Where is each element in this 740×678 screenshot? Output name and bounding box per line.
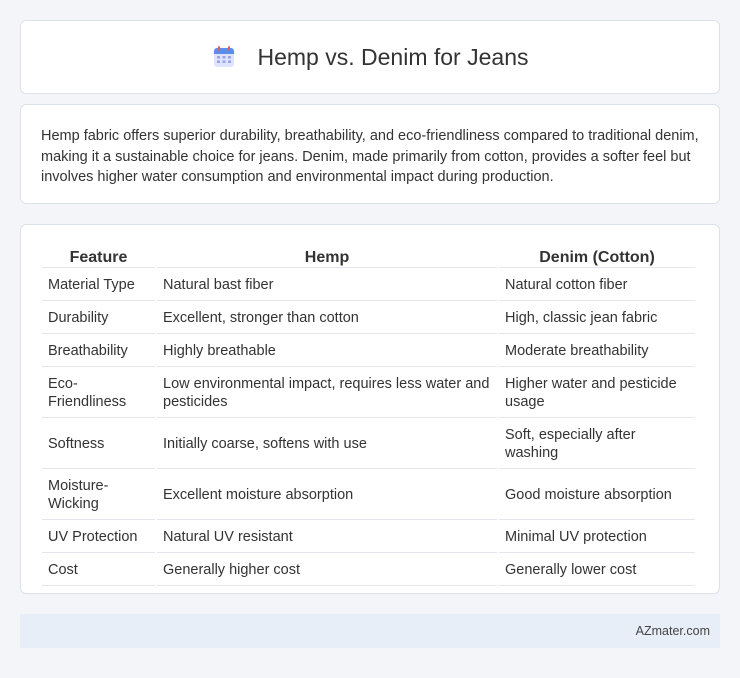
cell-hemp: Initially coarse, softens with use xyxy=(157,420,497,469)
cell-hemp: Generally higher cost xyxy=(157,555,497,586)
page-title: Hemp vs. Denim for Jeans xyxy=(257,43,529,70)
table-row: Softness Initially coarse, softens with u… xyxy=(42,420,695,469)
intro-card: Hemp fabric offers superior durability, … xyxy=(20,104,720,204)
cell-denim: Minimal UV protection xyxy=(499,522,695,553)
cell-feature: UV Protection xyxy=(42,522,155,553)
table-row: Moisture-Wicking Excellent moisture absor… xyxy=(42,471,695,520)
table-row: Eco-Friendliness Low environmental impact… xyxy=(42,369,695,418)
cell-feature: Cost xyxy=(42,555,155,586)
cell-hemp: Low environmental impact, requires less … xyxy=(157,369,497,418)
cell-feature: Eco-Friendliness xyxy=(42,369,155,418)
cell-denim: Good moisture absorption xyxy=(499,471,695,520)
cell-denim: High, classic jean fabric xyxy=(499,303,695,334)
comparison-table: Feature Hemp Denim (Cotton) Material Typ… xyxy=(40,246,697,588)
cell-feature: Durability xyxy=(42,303,155,334)
table-row: Durability Excellent, stronger than cotto… xyxy=(42,303,695,334)
table-row: Breathability Highly breathable Moderate b… xyxy=(42,336,695,367)
column-header-denim: Denim (Cotton) xyxy=(499,248,695,268)
cell-feature: Softness xyxy=(42,420,155,469)
comparison-table-card: Feature Hemp Denim (Cotton) Material Typ… xyxy=(20,224,720,594)
cell-denim: Soft, especially after washing xyxy=(499,420,695,469)
table-header-row: Feature Hemp Denim (Cotton) xyxy=(42,248,695,268)
footer: AZmater.com xyxy=(20,614,720,648)
title-card: Hemp vs. Denim for Jeans xyxy=(20,20,720,94)
cell-denim: Moderate breathability xyxy=(499,336,695,367)
cell-denim: Higher water and pesticide usage xyxy=(499,369,695,418)
cell-denim: Natural cotton fiber xyxy=(499,270,695,301)
column-header-hemp: Hemp xyxy=(157,248,497,268)
intro-text: Hemp fabric offers superior durability, … xyxy=(41,128,699,185)
cell-denim: Generally lower cost xyxy=(499,555,695,586)
table-row: Cost Generally higher cost Generally lower… xyxy=(42,555,695,586)
table-row: UV Protection Natural UV resistant Minimal… xyxy=(42,522,695,553)
column-header-feature: Feature xyxy=(42,248,155,268)
footer-site: AZmater.com xyxy=(635,624,710,638)
cell-hemp: Excellent moisture absorption xyxy=(157,471,497,520)
cell-hemp: Natural UV resistant xyxy=(157,522,497,553)
cell-feature: Material Type xyxy=(42,270,155,301)
cell-feature: Moisture-Wicking xyxy=(42,471,155,520)
calendar-icon xyxy=(213,46,234,67)
cell-hemp: Excellent, stronger than cotton xyxy=(157,303,497,334)
cell-feature: Breathability xyxy=(42,336,155,367)
cell-hemp: Highly breathable xyxy=(157,336,497,367)
cell-hemp: Natural bast fiber xyxy=(157,270,497,301)
table-row: Material Type Natural bast fiber Natural c… xyxy=(42,270,695,301)
